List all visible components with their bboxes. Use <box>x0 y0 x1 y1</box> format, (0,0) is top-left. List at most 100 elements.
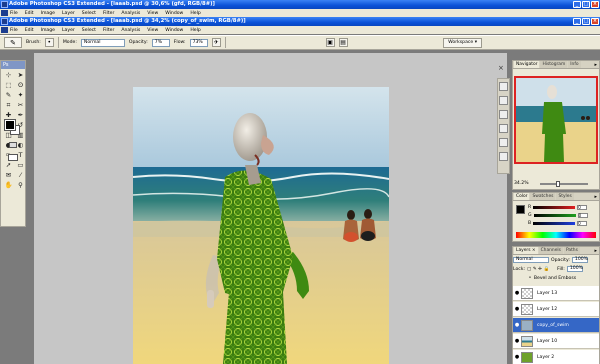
layer-effect-row[interactable]: ⚬ Bevel and Emboss <box>528 276 576 281</box>
opacity-field[interactable]: 7% <box>151 38 170 47</box>
character-panel-icon[interactable] <box>499 152 508 161</box>
layer-opacity-field[interactable]: 100% <box>571 257 588 263</box>
close-button[interactable]: × <box>591 18 599 25</box>
channel-value-field[interactable]: 0 <box>577 213 588 218</box>
menu-item-file[interactable]: File <box>10 28 18 33</box>
menu-item-analysis[interactable]: Analysis <box>121 11 140 16</box>
color-panel-swatch[interactable] <box>516 205 525 214</box>
panel-tab[interactable]: Histogram <box>540 61 568 68</box>
zoom-tool-icon[interactable]: ⚲ <box>15 181 26 190</box>
layer-row[interactable]: ● copy_of_swim <box>513 318 599 333</box>
menu-item-filter[interactable]: Filter <box>103 28 114 33</box>
menu-item-view[interactable]: View <box>147 28 158 33</box>
layer-row[interactable]: ● Layer 13 <box>513 286 599 301</box>
menu-item-image[interactable]: Image <box>41 28 55 33</box>
panel-tab[interactable]: Styles <box>556 193 574 200</box>
eyedropper-tool-icon[interactable]: ⁄ <box>15 171 26 180</box>
flow-field[interactable]: 73% <box>189 38 208 47</box>
navigator-zoom-knob[interactable] <box>556 181 560 187</box>
history-panel-icon[interactable] <box>499 82 508 91</box>
navigator-zoom-value[interactable]: 34.2% <box>514 181 529 186</box>
screen-mode-icon[interactable] <box>8 154 18 161</box>
magic-wand-tool-icon[interactable]: ✦ <box>15 91 26 100</box>
minimize-button[interactable]: _ <box>573 1 581 8</box>
fill-field[interactable]: 100% <box>566 266 583 272</box>
brushes-panel-icon[interactable] <box>499 110 508 119</box>
quick-select-tool-icon[interactable]: ✎ <box>3 91 14 100</box>
lasso-tool-icon[interactable]: ʘ <box>15 81 26 90</box>
layer-comps-icon[interactable] <box>499 138 508 147</box>
palette-well-icon[interactable]: ▤ <box>338 38 348 47</box>
menu-item-layer[interactable]: Layer <box>62 11 75 16</box>
channel-slider[interactable] <box>533 214 576 217</box>
panel-menu-icon[interactable]: ▸ <box>594 247 597 255</box>
panel-tab[interactable]: Layers × <box>514 247 538 254</box>
menu-item-window[interactable]: Window <box>165 11 183 16</box>
visibility-eye-icon[interactable]: ● <box>513 306 521 312</box>
channel-slider[interactable] <box>533 206 576 209</box>
maximize-button[interactable]: □ <box>582 18 590 25</box>
channel-value-field[interactable]: 0 <box>577 221 588 226</box>
close-button[interactable]: × <box>591 1 599 8</box>
notes-tool-icon[interactable]: ✉ <box>3 171 14 180</box>
menu-item-window[interactable]: Window <box>165 28 183 33</box>
panel-tab[interactable]: Paths <box>563 247 580 254</box>
brush-tool-icon[interactable]: ✒ <box>15 111 26 120</box>
close-document-icon[interactable]: × <box>498 64 506 72</box>
path-select-tool-icon[interactable]: ➚ <box>3 161 14 170</box>
lock-icons[interactable]: ▢ ✎ ✛ 🔒 <box>527 267 549 272</box>
menu-item-help[interactable]: Help <box>190 11 200 16</box>
layer-row[interactable]: ● Layer 12 <box>513 302 599 317</box>
menu-item-edit[interactable]: Edit <box>25 11 34 16</box>
layer-row[interactable]: ● Layer 2 <box>513 350 599 364</box>
tool-presets-icon[interactable] <box>499 124 508 133</box>
mode-select[interactable]: Normal <box>80 38 125 47</box>
menu-item-view[interactable]: View <box>147 11 158 16</box>
channel-value-field[interactable]: 0 <box>577 205 588 210</box>
navigator-thumbnail[interactable] <box>514 76 598 164</box>
workspace-button[interactable]: Workspace ▾ <box>443 38 482 48</box>
brush-size-icon[interactable]: • <box>44 38 54 47</box>
panel-tab[interactable]: Color <box>514 193 530 200</box>
menu-item-filter[interactable]: Filter <box>103 11 114 16</box>
slice-tool-icon[interactable]: ✂ <box>15 101 26 110</box>
maximize-button[interactable]: □ <box>582 1 590 8</box>
move-tool-icon[interactable]: ⊹ <box>3 71 14 80</box>
visibility-eye-icon[interactable]: ● <box>513 338 521 344</box>
brush-preset-icon[interactable]: ✎ <box>4 37 22 48</box>
navigator-zoom-slider[interactable] <box>540 183 588 185</box>
marquee-tool-icon[interactable]: ⬚ <box>3 81 14 90</box>
actions-panel-icon[interactable] <box>499 96 508 105</box>
channel-slider[interactable] <box>533 222 576 225</box>
inner-title-bar[interactable]: Adobe Photoshop CS3 Extended - [laaab.ps… <box>0 17 600 26</box>
outer-title-bar[interactable]: Adobe Photoshop CS3 Extended - [laaab.ps… <box>0 0 600 9</box>
bridge-icon[interactable]: ▣ <box>325 38 335 47</box>
foreground-color-swatch[interactable] <box>4 119 16 131</box>
menu-item-analysis[interactable]: Analysis <box>121 28 140 33</box>
document-image[interactable] <box>133 87 389 364</box>
hand-tool-icon[interactable]: ✋ <box>3 181 14 190</box>
panel-tab[interactable]: Navigator <box>514 61 540 68</box>
color-spectrum-bar[interactable] <box>516 232 596 238</box>
visibility-eye-icon[interactable]: ● <box>513 290 521 296</box>
panel-tab[interactable]: Info <box>568 61 581 68</box>
panel-tab[interactable]: Channels <box>538 247 563 254</box>
panel-tab[interactable]: Swatches <box>530 193 556 200</box>
menu-item-select[interactable]: Select <box>82 28 96 33</box>
minimize-button[interactable]: _ <box>573 18 581 25</box>
menu-item-help[interactable]: Help <box>190 28 200 33</box>
airbrush-icon[interactable]: ✈ <box>211 38 221 47</box>
layer-row[interactable]: ● Layer 10 <box>513 334 599 349</box>
crop-tool-icon[interactable]: ⌗ <box>3 101 14 110</box>
visibility-eye-icon[interactable]: ● <box>513 322 521 328</box>
arrow-tool-icon[interactable]: ➤ <box>15 71 26 80</box>
menu-item-image[interactable]: Image <box>41 11 55 16</box>
healing-tool-icon[interactable]: ✚ <box>3 111 14 120</box>
menu-item-edit[interactable]: Edit <box>25 28 34 33</box>
visibility-eye-icon[interactable]: ● <box>513 354 521 360</box>
menu-item-select[interactable]: Select <box>82 11 96 16</box>
panel-menu-icon[interactable]: ▸ <box>594 61 597 69</box>
menu-item-layer[interactable]: Layer <box>62 28 75 33</box>
shape-tool-icon[interactable]: ▭ <box>15 161 26 170</box>
quick-mask-icon[interactable] <box>9 142 17 148</box>
